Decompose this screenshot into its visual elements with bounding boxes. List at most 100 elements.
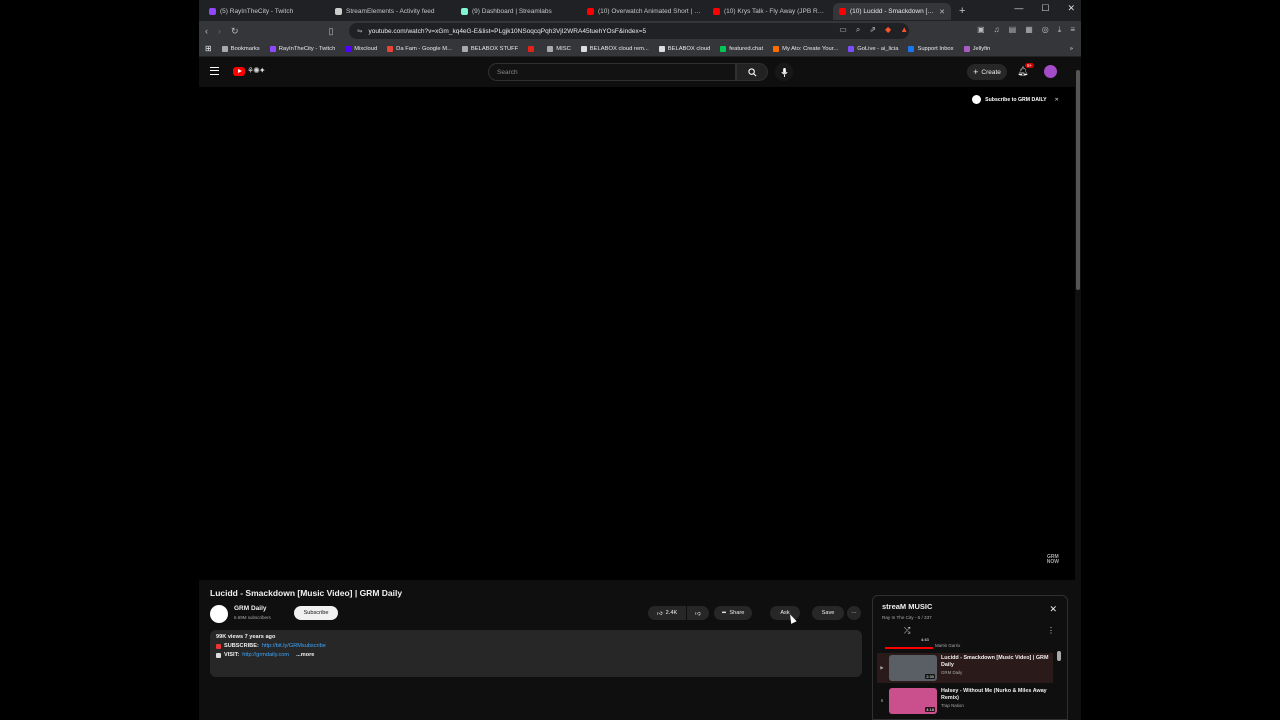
tab-favicon-icon <box>839 8 846 15</box>
playlist-item[interactable]: 6 4:18 Halsey - Without Me (Nurko & Miles … <box>877 686 1053 716</box>
thumbs-down-icon: 👎︎ <box>695 610 701 617</box>
minimize-icon[interactable]: — <box>1014 3 1023 14</box>
browser-menu-icon[interactable]: ≡ <box>1070 25 1075 35</box>
save-button[interactable]: Save <box>812 606 844 620</box>
browser-tab[interactable]: (9) Dashboard | Streamlabs <box>455 3 581 20</box>
bookmark-item[interactable]: BELABOX cloud <box>658 45 710 52</box>
bookmark-item[interactable]: Da Fam - Google M... <box>387 45 452 52</box>
more-bookmarks-icon[interactable]: » <box>1070 46 1073 52</box>
tab-title: (10) Overwatch Animated Short | "Ki <box>598 8 701 15</box>
browser-tab[interactable]: (10) Krys Talk - Fly Away (JPB Remix) <box>707 3 833 20</box>
address-bar[interactable]: ⇋ youtube.com/watch?v=xGm_kq4eG-E&list=P… <box>349 23 909 39</box>
video-player[interactable]: Subscribe to GRM DAILY ✕ GRM NOW <box>199 87 1075 580</box>
bookmark-item[interactable]: Jellyfin <box>963 45 990 52</box>
bookmark-item[interactable]: featured.chat <box>720 45 764 52</box>
cast-icon[interactable]: ▭ <box>839 25 847 35</box>
bookmark-item[interactable]: BELABOX STUFF <box>461 45 518 52</box>
channel-name[interactable]: GRM Daily <box>234 605 267 612</box>
site-info-icon[interactable]: ⇋ <box>357 27 362 35</box>
downloads-icon[interactable]: ⤓ <box>1058 25 1062 35</box>
browser-tab[interactable]: (5) RayInTheCity - Twitch <box>203 3 329 20</box>
browser-toolbar: ‹ › ↻ ▯ ⇋ youtube.com/watch?v=xGm_kq4eG-… <box>199 21 1081 41</box>
rewards-icon[interactable]: ▲ <box>900 25 908 35</box>
create-button[interactable]: + Create <box>967 64 1007 80</box>
hamburger-menu-icon[interactable] <box>210 67 219 75</box>
playlist-more-icon[interactable]: ⋮ <box>1047 626 1055 635</box>
youtube-doodle[interactable]: ⚘✺✦ <box>247 66 279 77</box>
apps-icon[interactable]: ⊞ <box>205 44 212 53</box>
bookmark-favicon-icon <box>387 45 394 52</box>
bookmark-favicon-icon <box>848 45 855 52</box>
shuffle-icon[interactable]: ⤮ <box>904 626 910 636</box>
playlist-item[interactable]: ▶ 2:30 Lucidd - Smackdown [Music Video] | … <box>877 653 1053 683</box>
tab-title: (5) RayInTheCity - Twitch <box>220 8 294 15</box>
bookmark-item[interactable]: My Ato: Create Your... <box>773 45 838 52</box>
close-playlist-icon[interactable]: ✕ <box>1049 604 1057 615</box>
subscribe-link[interactable]: http://bit.ly/GRMsubscribe <box>262 643 326 649</box>
browser-tab[interactable]: (10) Lucidd - Smackdown [Music ✕ <box>833 3 951 20</box>
visit-link[interactable]: http://grmdaily.com <box>242 652 289 658</box>
bookmark-favicon-icon <box>547 45 554 52</box>
close-tab-icon[interactable]: ✕ <box>939 8 945 16</box>
dislike-button[interactable]: 👎︎ <box>687 606 709 620</box>
scrollbar-thumb[interactable] <box>1076 70 1080 290</box>
browser-tab[interactable]: StreamElements - Activity feed <box>329 3 455 20</box>
bookmark-label: featured.chat <box>729 45 764 52</box>
like-button[interactable]: 👍︎ 2.4K <box>648 606 686 620</box>
bookmark-item[interactable]: BELABOX cloud rem... <box>580 45 649 52</box>
bookmark-item[interactable]: RayInTheCity - Twitch <box>269 45 335 52</box>
playlist-item-channel: GRM Daily <box>941 670 963 675</box>
forward-icon[interactable]: › <box>218 26 221 36</box>
bookmark-item[interactable] <box>528 45 537 52</box>
back-icon[interactable]: ‹ <box>205 26 208 36</box>
playlist-icon[interactable]: ♫ <box>994 25 1000 35</box>
playlist-panel: streaM MUSIC Ray In The City - 5 / 337 ✕… <box>872 595 1068 720</box>
tab-title: (10) Krys Talk - Fly Away (JPB Remix) <box>724 8 827 15</box>
bookmark-page-icon[interactable]: ▯ <box>329 26 334 37</box>
account-avatar[interactable] <box>1044 65 1057 78</box>
subscribe-button[interactable]: Subscribe <box>294 606 338 620</box>
description-subscribe-line: SUBSCRIBE: http://bit.ly/GRMsubscribe <box>216 643 856 649</box>
search-icon <box>747 67 756 76</box>
search-input[interactable]: Search <box>488 63 736 81</box>
description-box[interactable]: 99K views 7 years ago SUBSCRIBE: http://… <box>210 630 862 677</box>
close-window-icon[interactable]: ✕ <box>1067 3 1075 14</box>
brave-shield-icon[interactable]: ◆ <box>885 25 891 35</box>
youtube-masthead: ⚘✺✦ Search + Create 🔔︎ 9+ <box>199 57 1081 87</box>
bookmark-item[interactable]: GoLive - ai_licia <box>848 45 898 52</box>
channel-watermark-icon <box>972 95 982 104</box>
reading-list-icon[interactable]: ▤ <box>1009 25 1017 35</box>
vpn-icon[interactable]: ◎ <box>1042 25 1049 35</box>
like-count: 2.4K <box>665 610 678 616</box>
maximize-icon[interactable]: ☐ <box>1041 3 1049 14</box>
playlist-scrollbar[interactable] <box>1057 651 1061 661</box>
more-actions-button[interactable]: ··· <box>847 606 861 620</box>
youtube-logo-icon[interactable] <box>233 67 245 76</box>
bookmark-favicon-icon <box>269 45 276 52</box>
sidebar-toggle-icon[interactable]: ▣ <box>977 25 985 35</box>
ask-button[interactable]: Ask <box>770 606 800 620</box>
subscribe-overlay[interactable]: Subscribe to GRM DAILY ✕ <box>972 95 1059 104</box>
bookmark-item[interactable]: Bookmarks <box>221 45 260 52</box>
bookmark-item[interactable]: Mixcloud <box>345 45 377 52</box>
close-overlay-icon[interactable]: ✕ <box>1055 97 1059 103</box>
playlist-title[interactable]: streaM MUSIC <box>882 602 932 611</box>
playlist-item-duration: 2:30 <box>925 674 935 679</box>
bookmark-item[interactable]: MISC <box>547 45 571 52</box>
show-more-button[interactable]: ...more <box>296 652 314 658</box>
channel-avatar[interactable] <box>210 605 228 623</box>
voice-search-button[interactable] <box>775 63 793 81</box>
share-button[interactable]: ➦ Share <box>714 606 752 620</box>
subscribe-prefix: SUBSCRIBE: <box>224 643 259 649</box>
browser-tab[interactable]: (10) Overwatch Animated Short | "Ki <box>581 3 707 20</box>
bookmark-favicon-icon <box>528 45 535 52</box>
reload-icon[interactable]: ↻ <box>231 26 239 37</box>
wallet-icon[interactable]: ▦ <box>1025 25 1033 35</box>
search-button[interactable] <box>736 63 768 81</box>
page-scrollbar[interactable] <box>1075 60 1081 720</box>
bookmark-item[interactable]: Support Inbox <box>908 45 954 52</box>
share-page-icon[interactable]: ⇗ <box>869 25 876 35</box>
playlist-item-partial[interactable]: 4:43 Martin Garrix <box>877 637 1053 651</box>
zoom-icon[interactable]: ⌕ <box>856 25 860 35</box>
new-tab-button[interactable]: + <box>959 5 965 17</box>
